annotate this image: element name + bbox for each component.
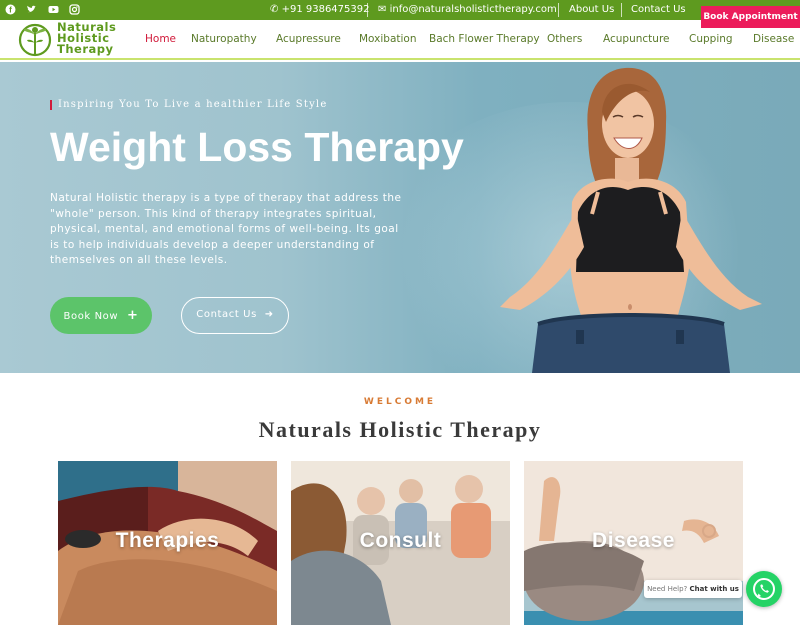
- whatsapp-icon[interactable]: [746, 571, 782, 607]
- logo-icon[interactable]: [17, 21, 53, 57]
- nav-disease[interactable]: Disease: [753, 33, 794, 45]
- divider: [558, 3, 559, 17]
- hero-title: Weight Loss Therapy: [50, 124, 464, 170]
- chat-prompt[interactable]: Need Help? Chat with us: [644, 580, 742, 598]
- card-label: Consult: [359, 529, 442, 552]
- card-therapies[interactable]: Therapies: [58, 461, 277, 625]
- svg-text:f: f: [9, 6, 12, 15]
- plus-icon: +: [126, 308, 139, 323]
- phone-icon: ✆: [270, 4, 279, 15]
- nav-home[interactable]: Home: [145, 33, 176, 45]
- twitter-icon[interactable]: [26, 4, 37, 15]
- nav-acupuncture[interactable]: Acupuncture: [603, 33, 670, 45]
- hero-tagline: Inspiring You To Live a healthier Life S…: [58, 99, 328, 110]
- nav-moxibation[interactable]: Moxibation: [359, 33, 417, 45]
- divider: [367, 3, 368, 17]
- contact-us-link[interactable]: Contact Us: [631, 4, 686, 16]
- hero-woman-image: [480, 62, 780, 373]
- contact-us-button[interactable]: Contact Us ➜: [181, 297, 289, 334]
- email-contact[interactable]: ✉ info@naturalsholistictherapy.com: [378, 4, 557, 16]
- youtube-icon[interactable]: [48, 4, 59, 15]
- book-now-button[interactable]: Book Now +: [50, 297, 152, 334]
- hero-banner: Inspiring You To Live a healthier Life S…: [0, 62, 800, 373]
- arrow-right-icon: ➜: [264, 309, 274, 320]
- facebook-icon[interactable]: f: [5, 4, 16, 15]
- nav-naturopathy[interactable]: Naturopathy: [191, 33, 257, 45]
- book-appointment-button[interactable]: Book Appointment: [701, 6, 800, 28]
- card-disease[interactable]: Disease: [524, 461, 743, 625]
- section-title: Naturals Holistic Therapy: [258, 417, 542, 442]
- envelope-icon: ✉: [378, 4, 387, 15]
- card-label: Therapies: [115, 529, 220, 552]
- card-label: Disease: [592, 529, 675, 552]
- phone-contact[interactable]: ✆ +91 9386475392: [270, 4, 369, 16]
- nav-acupressure[interactable]: Acupressure: [276, 33, 341, 45]
- instagram-icon[interactable]: [69, 4, 80, 15]
- logo-text[interactable]: Naturals Holistic Therapy: [57, 21, 116, 55]
- site-header: Naturals Holistic Therapy Home Naturopat…: [0, 20, 800, 60]
- nav-bach-flower-therapy[interactable]: Bach Flower Therapy: [429, 33, 540, 45]
- hero-description: Natural Holistic therapy is a type of th…: [50, 192, 402, 266]
- about-us-link[interactable]: About Us: [569, 4, 614, 16]
- tagline-accent: [50, 100, 52, 110]
- top-bar: f ✆ +91 9386475392 ✉ info@naturalsholist…: [0, 0, 800, 20]
- card-consult[interactable]: Consult: [291, 461, 510, 625]
- nav-cupping[interactable]: Cupping: [689, 33, 733, 45]
- nav-others[interactable]: Others: [547, 33, 582, 45]
- welcome-eyebrow: WELCOME: [363, 397, 437, 407]
- divider: [621, 3, 622, 17]
